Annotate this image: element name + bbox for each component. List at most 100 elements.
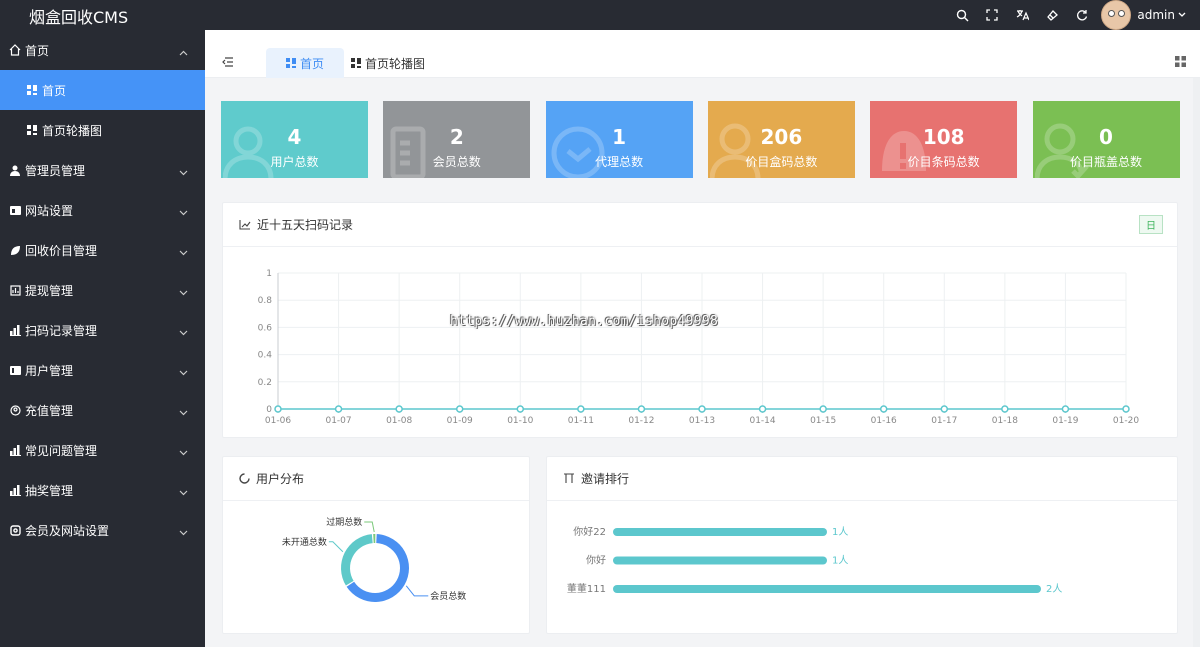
line-chart-icon <box>239 220 251 230</box>
sidebar-item-label: 首页轮播图 <box>42 123 103 138</box>
sidebar-item-label: 会员及网站设置 <box>25 523 110 538</box>
x-tick-label: 01-18 <box>992 416 1018 426</box>
sidebar-item-label: 回收价目管理 <box>25 243 98 258</box>
refresh-icon[interactable] <box>1067 0 1097 30</box>
y-tick-label: 0.6 <box>258 323 273 333</box>
sidebar-item-5[interactable]: 回收价目管理 <box>0 230 205 270</box>
chevron-down-icon <box>179 525 188 539</box>
stat-label: 代理总数 <box>595 155 644 169</box>
dashboard-icon <box>26 124 38 136</box>
stat-value: 4 <box>287 125 302 149</box>
data-point <box>940 405 949 413</box>
sidebar-item-label: 用户管理 <box>25 363 74 378</box>
chevron-down-icon <box>1178 12 1186 17</box>
sidebar-item-7[interactable]: 扫码记录管理 <box>0 310 205 350</box>
data-point <box>516 405 525 413</box>
sidebar-item-2[interactable]: 首页轮播图 <box>0 110 205 150</box>
chevron-down-icon <box>179 445 188 459</box>
x-tick-label: 01-09 <box>447 416 473 426</box>
x-tick-label: 01-06 <box>265 416 291 426</box>
y-tick-label: 0.4 <box>258 351 273 361</box>
data-point <box>1061 405 1070 413</box>
chevron-down-icon <box>179 245 188 259</box>
stat-label: 会员总数 <box>432 155 481 169</box>
x-tick-label: 01-15 <box>810 416 836 426</box>
theme-icon[interactable] <box>1037 0 1067 30</box>
main-content: 首页 首页轮播图 4 用户总数 2 会员总数 1 代理总数 206 价目盒码总数 108 价目条码… <box>205 30 1200 647</box>
x-tick-label: 01-17 <box>931 416 957 426</box>
username: admin <box>1137 8 1175 22</box>
chevron-down-icon <box>179 285 188 299</box>
sidebar-item-4[interactable]: 网站设置 <box>0 190 205 230</box>
stat-card: 206 价目盒码总数 <box>707 101 855 178</box>
day-range-button[interactable]: 日 <box>1139 215 1163 234</box>
user-distribution-panel: 用户分布 会员总数 未开通总数 过期总数 <box>222 456 530 634</box>
collapse-menu-icon[interactable] <box>222 52 234 71</box>
settings-icon <box>9 524 21 536</box>
sidebar-item-label: 常见问题管理 <box>25 443 98 458</box>
data-point <box>1001 405 1009 413</box>
avatar[interactable] <box>1101 0 1132 30</box>
stat-value: 108 <box>922 125 965 149</box>
y-tick-label: 1 <box>266 269 272 279</box>
sidebar-item-1[interactable]: 首页 <box>0 70 205 110</box>
sort-icon <box>564 473 574 483</box>
x-tick-label: 01-08 <box>386 416 412 426</box>
sidebar-item-8[interactable]: 用户管理 <box>0 350 205 390</box>
chevron-down-icon <box>179 405 188 419</box>
chevron-down-icon <box>179 165 188 179</box>
pie-slice <box>373 534 376 544</box>
stat-value: 1 <box>612 125 627 149</box>
sidebar-item-12[interactable]: 会员及网站设置 <box>0 510 205 550</box>
fullscreen-icon[interactable] <box>977 0 1007 30</box>
dashboard-icon <box>285 58 296 68</box>
x-tick-label: 01-14 <box>749 416 775 426</box>
x-tick-label: 01-19 <box>1052 416 1078 426</box>
sidebar-item-3[interactable]: 管理员管理 <box>0 150 205 190</box>
bar <box>613 556 827 565</box>
home-icon <box>9 44 21 56</box>
search-icon[interactable] <box>947 0 977 30</box>
data-point <box>1122 405 1130 413</box>
data-point <box>637 405 646 413</box>
pie-label: 过期总数 <box>326 516 362 528</box>
panel-title: 近十五天扫码记录 <box>257 218 354 232</box>
scan-line-chart: 0 0.2 0.4 0.6 0.8 1 01-06 01-07 01-08 01-09 01-10 0… <box>258 269 1140 426</box>
bar-icon <box>9 324 21 336</box>
leaf-icon <box>9 244 21 256</box>
dashboard-icon <box>26 84 38 96</box>
tab-home[interactable]: 首页 <box>266 48 344 78</box>
x-tick-label: 01-11 <box>568 416 594 426</box>
sidebar-item-10[interactable]: 常见问题管理 <box>0 430 205 470</box>
data-point <box>758 405 767 413</box>
tab-carousel[interactable]: 首页轮播图 <box>339 48 437 78</box>
sidebar-item-label: 抽奖管理 <box>25 483 74 498</box>
stat-cards: 4 用户总数 2 会员总数 1 代理总数 206 价目盒码总数 108 价目条码总数 0 价目瓶盖总数 <box>221 101 1180 178</box>
sidebar-item-label: 充值管理 <box>25 403 74 418</box>
sidebar-item-11[interactable]: 抽奖管理 <box>0 470 205 510</box>
x-tick-label: 01-13 <box>689 416 715 426</box>
stat-label: 价目盒码总数 <box>745 155 818 169</box>
stat-value: 2 <box>449 125 464 149</box>
stat-card: 1 代理总数 <box>545 101 693 178</box>
chevron-up-icon <box>179 45 188 59</box>
sidebar-item-6[interactable]: 提现管理 <box>0 270 205 310</box>
grid-menu-icon[interactable] <box>1175 52 1186 71</box>
data-point <box>698 405 706 413</box>
bar-value-label: 2人 <box>1046 583 1062 595</box>
tab-label: 首页 <box>299 56 324 71</box>
pie-label: 会员总数 <box>430 590 466 602</box>
invite-ranking-panel: 邀请排行 你好22 1人 你好 1人 董董111 2人 <box>546 456 1178 634</box>
withdraw-icon <box>9 284 21 296</box>
sidebar-item-9[interactable]: 充值管理 <box>0 390 205 430</box>
scrollbar[interactable] <box>1193 78 1200 647</box>
x-tick-label: 01-16 <box>871 416 897 426</box>
data-point <box>879 405 888 413</box>
bar <box>613 585 1041 593</box>
sidebar-item-0[interactable]: 首页 <box>0 30 205 70</box>
translate-icon[interactable] <box>1007 0 1037 30</box>
user-menu[interactable]: admin <box>1137 8 1186 22</box>
app-title: 烟盒回收CMS <box>29 8 129 27</box>
stat-label: 价目条码总数 <box>907 155 980 169</box>
stat-value: 206 <box>760 125 803 149</box>
